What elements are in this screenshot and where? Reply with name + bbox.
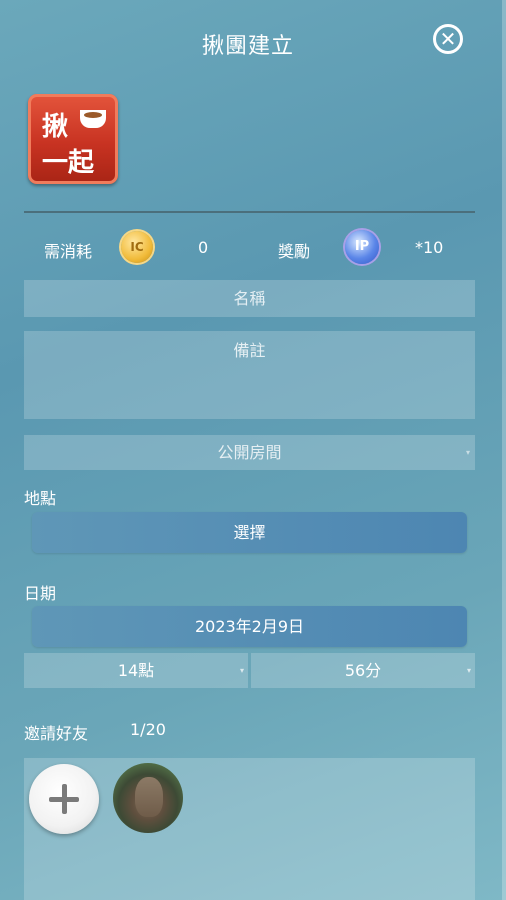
dropdown-caret-icon: ▾ (465, 448, 470, 457)
dropdown-caret-icon: ▾ (466, 666, 471, 675)
date-picker-button[interactable]: 2023年2月9日 (32, 606, 467, 647)
reward-label: 獎勵 (278, 242, 311, 261)
logo-text-line2: 一起 (42, 148, 95, 178)
ip-badge-icon: IP (345, 230, 379, 264)
cost-value: 0 (198, 238, 209, 257)
cost-label: 需消耗 (44, 242, 93, 261)
room-type-value: 公開房間 (217, 443, 282, 462)
room-type-select[interactable]: 公開房間 ▾ (24, 435, 475, 470)
close-icon[interactable]: ✕ (433, 24, 463, 54)
note-textarea[interactable]: 備註 (24, 331, 475, 419)
minute-select[interactable]: 56分 ▾ (251, 653, 475, 688)
invite-row: 邀請好友 1/20 (24, 720, 166, 744)
location-label: 地點 (24, 489, 57, 508)
coin-icon: IC (121, 231, 153, 263)
select-location-button[interactable]: 選擇 (32, 512, 467, 553)
invite-count: 1/20 (130, 720, 166, 739)
reward-value: *10 (415, 238, 444, 257)
add-friend-button[interactable] (29, 764, 99, 834)
cost-reward-row: 需消耗 IC 0 獎勵 IP *10 (24, 230, 475, 264)
page-title: 揪團建立 (201, 34, 294, 59)
invite-label: 邀請好友 (24, 724, 89, 743)
hour-select[interactable]: 14點 ▾ (24, 653, 248, 688)
dropdown-caret-icon: ▾ (239, 666, 244, 675)
divider (24, 211, 475, 213)
minute-value: 56分 (344, 661, 382, 680)
date-label: 日期 (24, 584, 57, 603)
logo-text-line1: 揪 (42, 112, 69, 142)
friend-avatar[interactable] (113, 763, 183, 833)
app-logo: 揪 一起 (28, 94, 118, 184)
avatar-face (135, 777, 163, 817)
name-input[interactable]: 名稱 (24, 280, 475, 317)
coffee-cup-icon (80, 110, 106, 128)
scrollbar[interactable] (502, 0, 506, 900)
hour-value: 14點 (117, 661, 155, 680)
